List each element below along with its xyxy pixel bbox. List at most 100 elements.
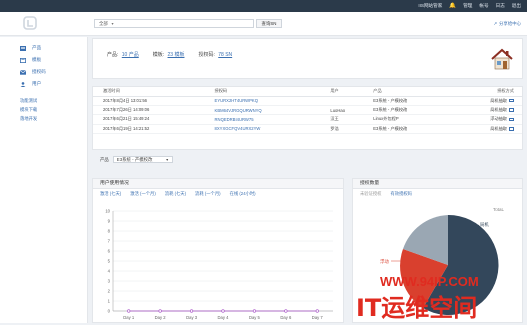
y-tick-label: 9 [108,219,111,224]
cell-code-link[interactable]: EYURX2HT4URWPKQ [204,96,321,106]
sidebar-link-function-test[interactable]: 功能测试 [0,96,87,105]
sidebar-item-user[interactable]: 用户 [0,78,87,90]
data-point [189,309,194,313]
topnav-log[interactable]: 日志 [496,3,505,9]
sidebar-item-label: 模板 [32,57,42,62]
cell-method-label: 局机抽取 [490,107,507,113]
cell-user [320,96,364,106]
data-point [127,309,131,313]
license-tabs: 未验证授权 有效授权码 [353,189,522,199]
x-tick-label: Day 6 [280,315,292,320]
code-count: 授权码: 78 SN [198,51,232,58]
sidebar-item-label: 授权码 [32,69,46,74]
usage-panel-title: 用户使用情况 [93,179,343,189]
y-tick-label: 5 [108,259,111,264]
tab-unverified[interactable]: 未验证授权 [360,191,381,197]
pie-slice-red-label: 浮动 [380,258,389,265]
sidebar-item-template[interactable]: 模板 [0,54,87,66]
scope-select[interactable]: 全部 [99,21,108,27]
tab-activation-7d[interactable]: 激活 (七天) [100,191,121,197]
x-tick-label: Day 3 [186,315,198,320]
usage-line-chart: 0 1 2 3 4 5 6 7 8 9 10 Day 1 Day 2 Day 3 Day 4 Day 5 Day… [105,209,333,320]
scope-search-bar[interactable]: 全部 ▼ [94,19,254,28]
topnav-help[interactable]: 管理 [463,3,472,9]
recent-activations-table: 激活时间 授权码 用户 产品 授权方式 2017年8月4日 13:01:56 E… [93,87,522,135]
topnav-site-manager[interactable]: IIS网站管家 [418,3,442,9]
template-count-link[interactable]: 23 模板 [168,52,185,58]
monitor-icon [509,127,514,131]
top-nav: IIS网站管家 🔔 管理 帐号 日志 退出 [418,0,521,12]
col-product: 产品 [363,87,471,97]
tab-online-24h[interactable]: 在线 (24小时) [230,191,256,197]
y-tick-label: 1 [108,299,111,304]
y-tick-label: 7 [108,239,111,244]
sidebar-item-product[interactable]: 产品 [0,42,87,54]
sidebar-item-license[interactable]: 授权码 [0,66,87,78]
col-activation-time: 激活时间 [93,87,205,97]
data-point [284,309,288,313]
y-tick-label: 3 [108,279,111,284]
cell-code-link[interactable]: KBM64VJRGQURWNYQ [204,105,321,116]
cell-user: 汉王 [320,114,364,125]
template-icon [20,57,26,63]
data-point [158,309,162,313]
x-tick-label: Day 4 [218,315,230,320]
y-tick-label: 10 [105,209,110,214]
product-select[interactable]: E3系统 - 产模校改 ▼ [112,156,173,163]
share-icon: ↗ [493,21,498,26]
monitor-icon [509,98,514,103]
data-point [221,309,225,313]
x-tick-label: Day 1 [123,315,135,320]
search-sn-button[interactable]: 查询SN [256,19,282,28]
y-tick-label: 6 [108,249,111,254]
mail-icon [20,69,26,75]
search-input[interactable] [120,21,253,26]
table-row: 2017年6月19日 14:21:52 8XYXGCFQV4URX2YW 罗浩 … [93,124,522,135]
share-link[interactable]: ↗ 分享给中心 [493,21,521,27]
cell-method-label: 局机抽取 [490,97,507,103]
topnav-account[interactable]: 帐号 [479,3,488,9]
y-tick-label: 2 [108,289,111,294]
chevron-down-icon: ▼ [165,157,169,162]
app-logo-icon[interactable] [22,15,38,31]
product-count-link[interactable]: 10 产品 [122,52,139,58]
recent-activations-card: 激活时间 授权码 用户 产品 授权方式 2017年8月4日 13:01:56 E… [92,86,523,150]
cell-method: 浮动抽取 [470,114,522,125]
cell-time: 2017年6月21日 15:49:24 [93,114,205,125]
col-user: 用户 [320,87,364,97]
sidebar-link-deploy[interactable]: 落地开发 [0,114,87,123]
product-count-label: 产品: [107,52,119,58]
summary-card: 产品: 10 产品 模板: 23 模板 授权码: 78 SN [92,38,523,79]
summary-stats: 产品: 10 产品 模板: 23 模板 授权码: 78 SN [107,51,232,58]
y-tick-label: 4 [108,269,111,274]
pie-total-label: TotaL [493,207,505,212]
monitor-icon [509,108,514,112]
topnav-logout[interactable]: 退出 [512,3,521,9]
code-count-link[interactable]: 78 SN [218,52,232,58]
product-filter-label: 产品 [100,156,109,162]
x-tick-label: Day 5 [249,315,261,320]
product-icon [20,45,26,51]
tab-valid-codes[interactable]: 有效授权码 [390,191,411,197]
sidebar-link-module-download[interactable]: 模块下载 [0,105,87,114]
cell-method: 局机抽取 [470,105,522,116]
cell-method-label: 浮动抽取 [490,116,507,122]
tab-activation-1m[interactable]: 激活 (一个月) [130,191,156,197]
y-tick-label: 0 [108,309,111,314]
tab-traffic-7d[interactable]: 流耗 (七天) [165,191,186,197]
sidebar: 产品 模板 授权码 用户 功能测试 模块下载 落地开发 [0,37,88,323]
cell-time: 2017年8月4日 13:01:56 [93,96,205,106]
cell-code-link[interactable]: RNQEDRBI4URW75 [204,114,321,125]
license-panel: 授权数量 未验证授权 有效授权码 TotaL 浮动 局机 [352,178,523,323]
code-count-label: 授权码: [198,52,215,58]
table-header-row: 激活时间 授权码 用户 产品 授权方式 [93,87,522,97]
x-tick-label: Day 7 [312,315,324,320]
y-tick-label: 8 [108,229,111,234]
table-row: 2017年7月26日 14:09:06 KBM64VJRGQURWNYQ Luo… [93,105,522,116]
cell-code-link[interactable]: 8XYXGCFQV4URX2YW [204,124,321,135]
product-count: 产品: 10 产品 [107,51,139,58]
cell-time: 2017年6月19日 14:21:52 [93,124,205,135]
tab-traffic-1m[interactable]: 流耗 (一个月) [195,191,221,197]
bell-icon[interactable]: 🔔 [449,3,456,9]
col-license-method: 授权方式 [470,87,522,97]
